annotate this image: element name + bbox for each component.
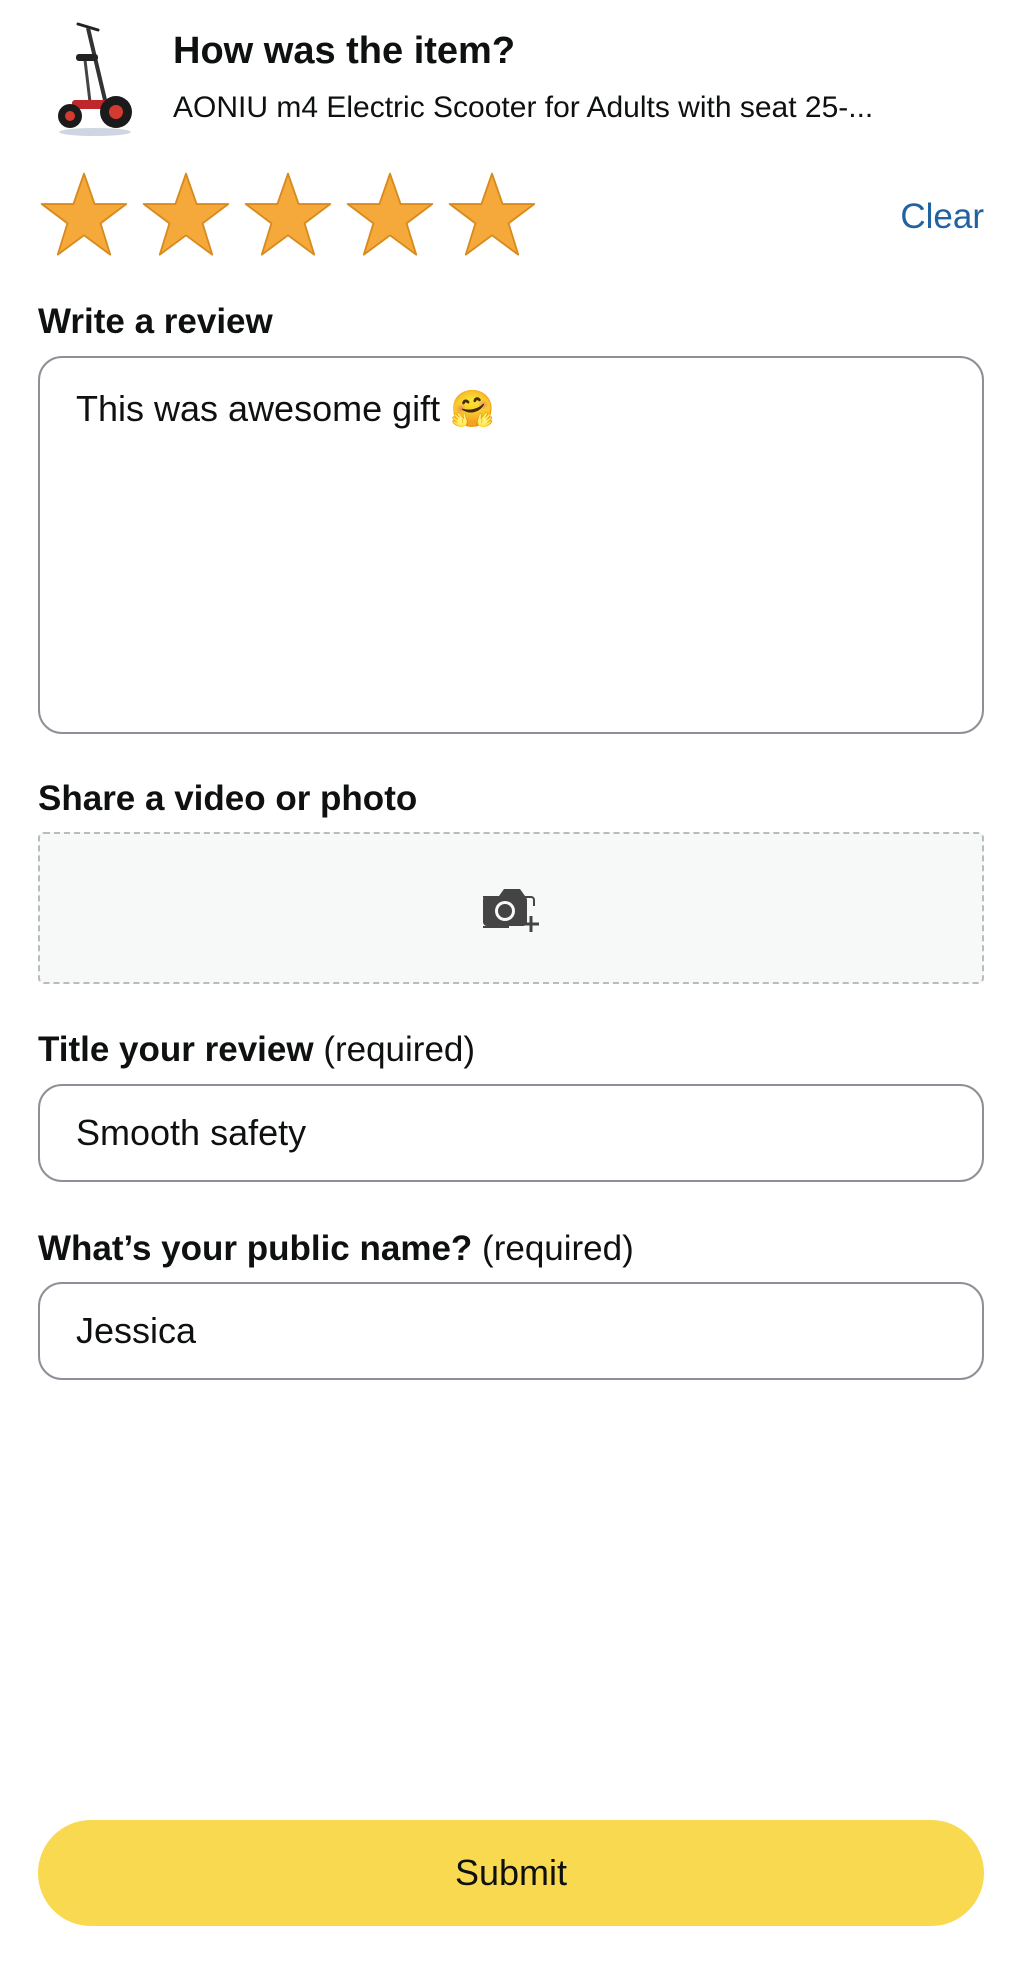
public-name-label-text: What’s your public name? <box>38 1229 473 1268</box>
camera-add-icon[interactable] <box>483 884 543 934</box>
submit-button[interactable]: Submit <box>38 1820 984 1926</box>
clear-rating-link[interactable]: Clear <box>900 196 984 238</box>
review-textarea[interactable]: This was awesome gift 🤗 <box>38 356 984 734</box>
review-label: Write a review <box>38 302 273 341</box>
media-label: Share a video or photo <box>38 779 418 818</box>
review-title-input[interactable] <box>38 1084 984 1182</box>
star-5-icon[interactable] <box>446 170 538 262</box>
item-heading: How was the item? <box>173 30 516 72</box>
product-thumbnail <box>50 20 145 140</box>
public-name-input[interactable] <box>38 1282 984 1380</box>
star-rating <box>38 170 538 262</box>
star-2-icon[interactable] <box>140 170 232 262</box>
star-1-icon[interactable] <box>38 170 130 262</box>
product-title: AONIU m4 Electric Scooter for Adults wit… <box>173 91 874 124</box>
title-label-text: Title your review <box>38 1030 314 1069</box>
star-3-icon[interactable] <box>242 170 334 262</box>
public-name-label: What’s your public name? (required) <box>38 1227 634 1271</box>
title-label: Title your review (required) <box>38 1028 475 1072</box>
star-4-icon[interactable] <box>344 170 436 262</box>
title-required-note: (required) <box>323 1030 476 1069</box>
media-upload-area[interactable] <box>38 832 984 984</box>
public-name-required-note: (required) <box>482 1229 634 1268</box>
